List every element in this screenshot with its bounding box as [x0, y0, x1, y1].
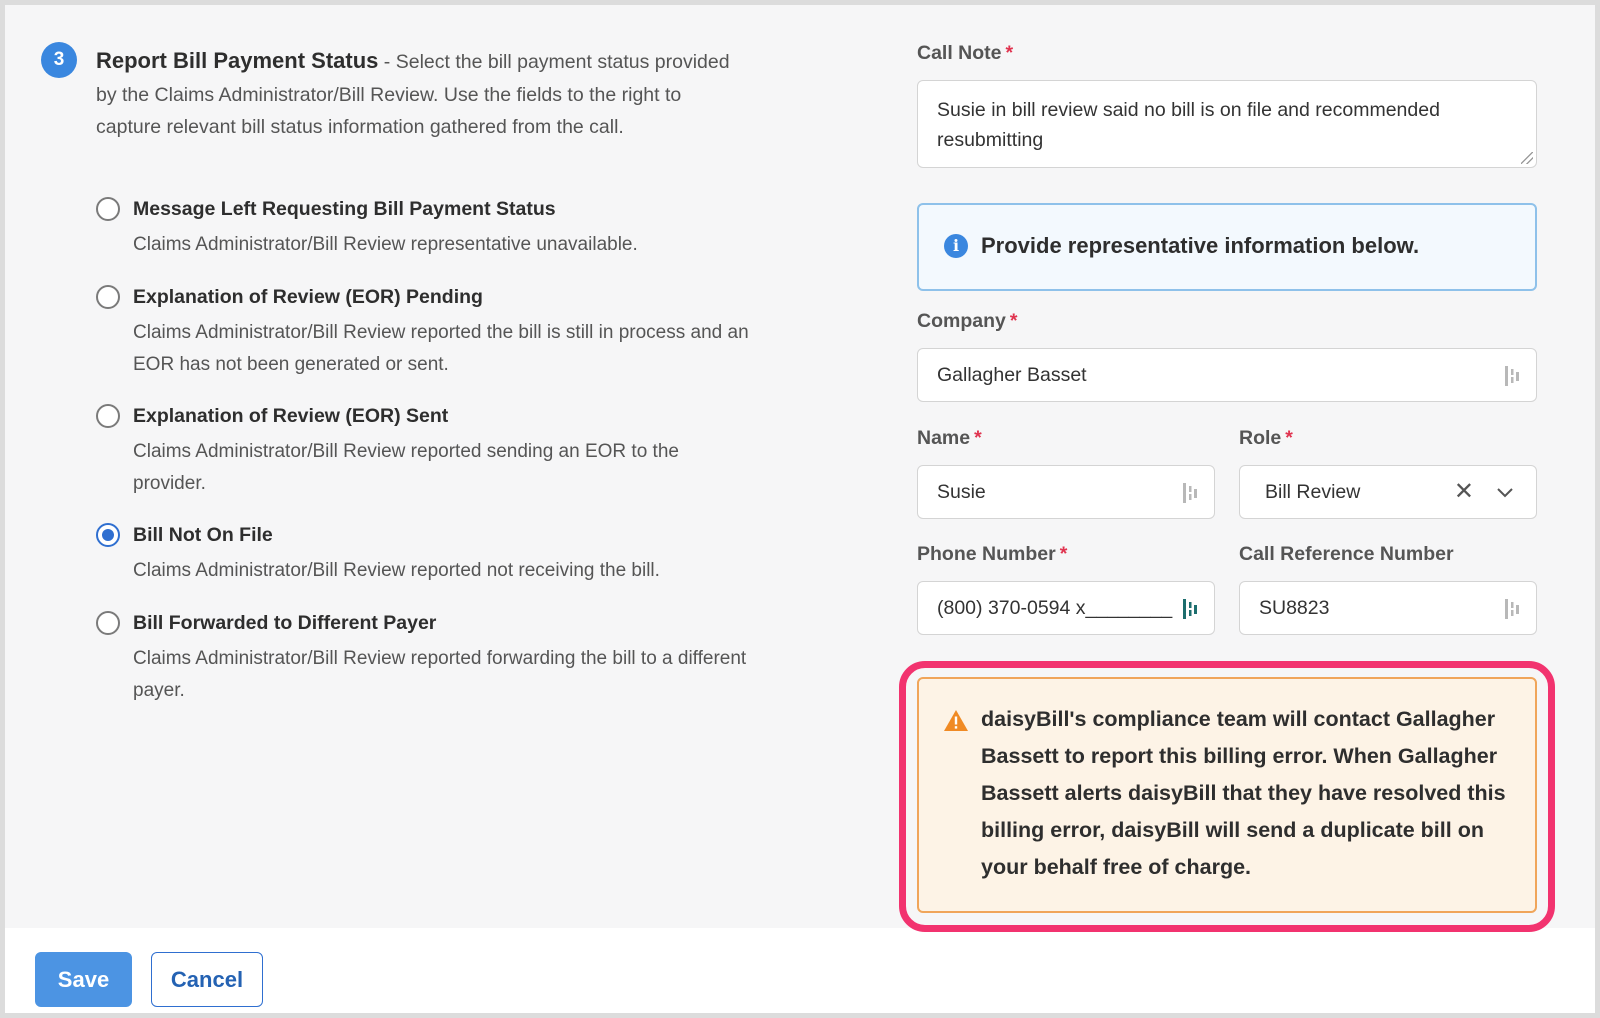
clear-icon[interactable]: ✕ [1454, 480, 1474, 504]
role-label: Role * [1239, 427, 1293, 450]
resize-handle-icon[interactable] [1521, 152, 1533, 164]
required-mark: * [1009, 310, 1018, 332]
call-reference-label: Call Reference Number [1239, 543, 1454, 566]
radio-button-selected[interactable] [96, 523, 120, 547]
chevron-down-icon[interactable] [1496, 484, 1514, 502]
phone-input[interactable]: (800) 370-0594 x________ [917, 581, 1215, 635]
step-title: Report Bill Payment Status [96, 48, 379, 73]
name-label-text: Name [917, 427, 971, 449]
required-mark: * [1005, 42, 1014, 64]
option-label: Explanation of Review (EOR) Pending [133, 286, 483, 308]
info-banner-text: Provide representative information below… [981, 233, 1420, 258]
autofill-icon[interactable] [1504, 598, 1522, 620]
required-mark: * [1285, 427, 1293, 449]
company-label: Company * [917, 310, 1017, 333]
radio-button[interactable] [96, 611, 120, 635]
name-input[interactable]: Susie [917, 465, 1215, 519]
warning-text: daisyBill's compliance team will contact… [981, 707, 1506, 879]
role-select[interactable]: Bill Review ✕ [1239, 465, 1537, 519]
call-note-textarea[interactable]: Susie in bill review said no bill is on … [917, 80, 1537, 168]
name-label: Name * [917, 427, 982, 450]
autofill-icon[interactable] [1182, 482, 1200, 504]
option-label: Bill Not On File [133, 524, 273, 546]
radio-button[interactable] [96, 197, 120, 221]
option-description: Claims Administrator/Bill Review reporte… [133, 322, 749, 375]
required-mark: * [1059, 543, 1068, 565]
autofill-icon[interactable] [1182, 598, 1200, 620]
call-reference-input[interactable]: SU8823 [1239, 581, 1537, 635]
option-label: Bill Forwarded to Different Payer [133, 612, 437, 634]
call-note-value: Susie in bill review said no bill is on … [937, 99, 1440, 151]
cancel-button[interactable]: Cancel [151, 952, 263, 1007]
call-reference-value: SU8823 [1259, 597, 1330, 619]
phone-value: (800) 370-0594 x________ [937, 597, 1173, 619]
radio-button[interactable] [96, 285, 120, 309]
step-intro: Report Bill Payment Status - Select the … [96, 45, 746, 144]
option-label: Explanation of Review (EOR) Sent [133, 405, 449, 427]
autofill-icon[interactable] [1504, 365, 1522, 387]
required-mark: * [974, 427, 982, 449]
call-note-label: Call Note * [917, 42, 1013, 65]
company-label-text: Company [917, 310, 1006, 332]
option-description: Claims Administrator/Bill Review represe… [133, 234, 638, 255]
option-label: Message Left Requesting Bill Payment Sta… [133, 198, 556, 220]
option-description: Claims Administrator/Bill Review reporte… [133, 648, 747, 701]
phone-label-text: Phone Number [917, 543, 1056, 565]
form-panel: 3 Report Bill Payment Status - Select th… [5, 5, 1595, 932]
role-value: Bill Review [1265, 481, 1361, 503]
option-description: Claims Administrator/Bill Review reporte… [133, 560, 660, 581]
radio-button[interactable] [96, 404, 120, 428]
company-value: Gallagher Basset [937, 364, 1087, 386]
option-description: Claims Administrator/Bill Review reporte… [133, 441, 679, 494]
warning-alert: daisyBill's compliance team will contact… [917, 677, 1537, 913]
save-button[interactable]: Save [35, 952, 132, 1007]
company-input[interactable]: Gallagher Basset [917, 348, 1537, 402]
step-number-badge: 3 [41, 42, 77, 78]
info-banner: i Provide representative information bel… [917, 203, 1537, 291]
name-value: Susie [937, 481, 986, 503]
info-icon: i [944, 234, 968, 258]
role-label-text: Role [1239, 427, 1282, 449]
phone-label: Phone Number * [917, 543, 1067, 566]
call-reference-label-text: Call Reference Number [1239, 543, 1454, 565]
warning-icon [944, 710, 968, 731]
call-note-label-text: Call Note [917, 42, 1002, 64]
